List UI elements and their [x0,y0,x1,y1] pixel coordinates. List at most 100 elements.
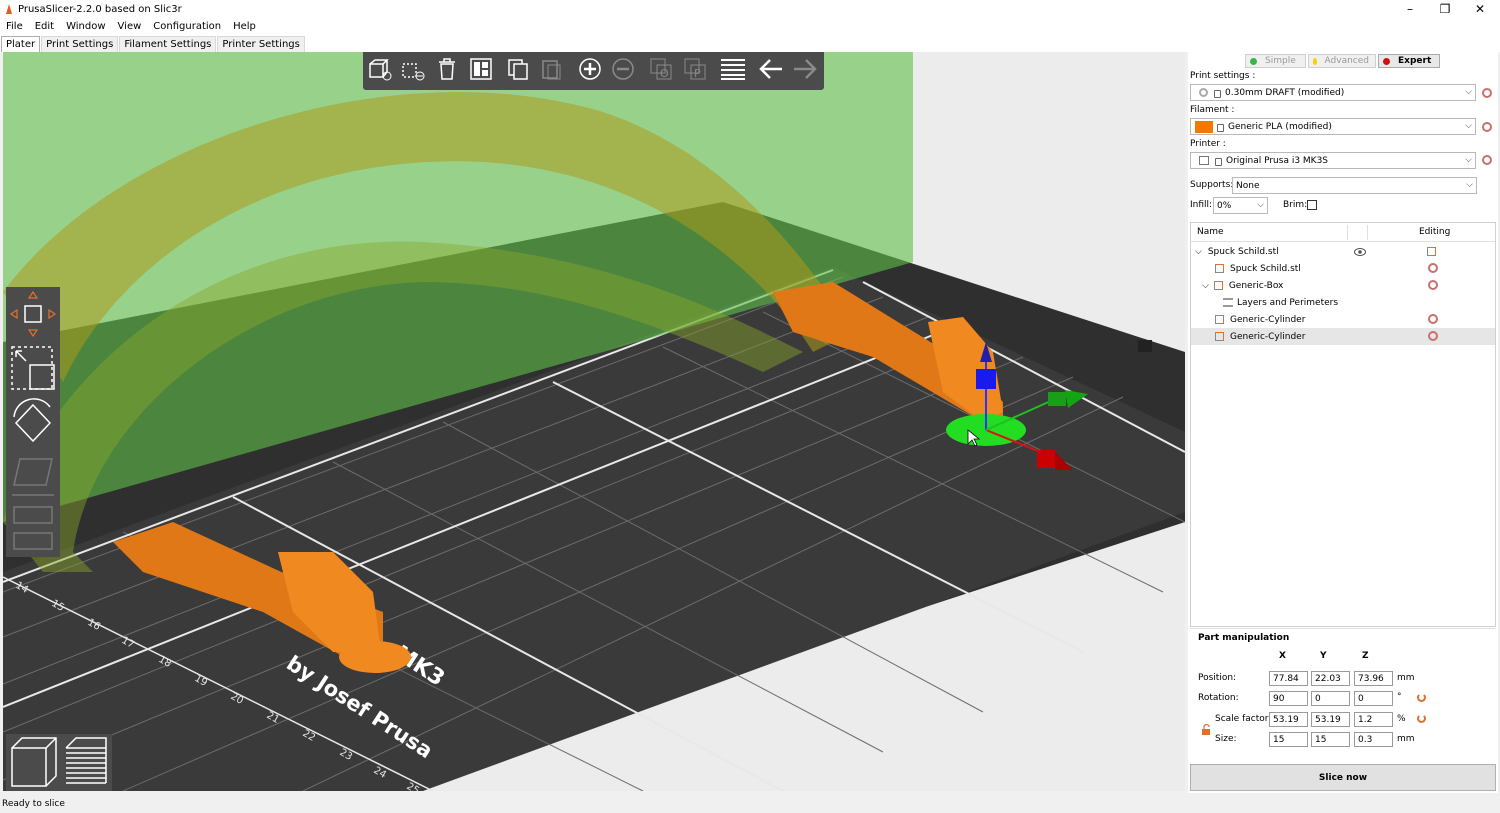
scale-tool-icon[interactable] [11,346,55,390]
edit-object-icon[interactable] [1427,247,1436,256]
part-icon [1213,281,1223,290]
part-settings-gear-icon[interactable] [1428,331,1438,341]
part-settings-gear-icon[interactable] [1428,263,1438,273]
reset-scale-icon[interactable] [1417,714,1426,723]
3d-viewport[interactable]: 14 15 16 17 18 19 20 21 22 23 24 25 MK3 … [3,52,1185,791]
rotation-x-input[interactable]: 90 [1269,691,1308,706]
menu-help[interactable]: Help [227,21,262,32]
chevron-down-icon: ⌵ [1465,87,1472,97]
scale-z-input[interactable]: 1.2 [1354,712,1393,727]
supports-value: None [1236,180,1260,191]
eye-icon[interactable] [1354,247,1366,256]
print-settings-combo[interactable]: 0.30mm DRAFT (modified) ⌵ [1190,84,1476,101]
gizmo-z-handle[interactable] [976,369,996,389]
rotation-unit: ° [1397,692,1402,702]
scale-unit: % [1397,714,1406,724]
rotation-z-input[interactable]: 0 [1354,691,1393,706]
menu-view[interactable]: View [112,21,148,32]
size-label: Size: [1215,734,1237,744]
scale-x-input[interactable]: 53.19 [1269,712,1308,727]
remove-instance-icon[interactable] [611,57,639,85]
layer-editing-icon[interactable] [720,57,748,85]
delete-all-icon[interactable] [435,57,463,85]
split-parts-icon[interactable]: P [683,57,711,85]
chevron-down-icon: ⌵ [1257,200,1264,210]
preview-layers-icon[interactable] [65,737,107,784]
minimize-button[interactable]: – [1392,0,1428,18]
3d-view-icon[interactable] [11,737,57,787]
position-x-input[interactable]: 77.84 [1269,671,1308,686]
gizmo-x-handle[interactable] [1037,450,1055,468]
close-button[interactable]: ✕ [1462,0,1498,18]
axis-y-label: Y [1320,651,1327,661]
tab-print-settings[interactable]: Print Settings [41,36,119,52]
size-x-input[interactable]: 15 [1269,732,1308,747]
expand-chevron-icon[interactable]: ⌵ [1195,247,1202,257]
rotation-y-input[interactable]: 0 [1311,691,1350,706]
tab-printer-settings[interactable]: Printer Settings [217,36,305,52]
add-instance-icon[interactable] [578,57,606,85]
filament-combo[interactable]: Generic PLA (modified) ⌵ [1190,118,1476,135]
reset-rotation-icon[interactable] [1417,693,1426,702]
rotate-tool-icon[interactable] [13,398,52,443]
expand-chevron-icon[interactable]: ⌵ [1202,281,1209,291]
arrange-icon[interactable] [469,57,497,85]
place-on-face-icon[interactable] [12,458,54,496]
printer-value: Original Prusa i3 MK3S [1226,155,1329,166]
list-item-part[interactable]: Generic-Cylinder [1191,311,1495,328]
brim-checkbox[interactable] [1307,200,1317,210]
mode-advanced-button[interactable]: Advanced [1308,54,1376,68]
list-item-part-selected[interactable]: Generic-Cylinder [1191,328,1495,345]
redo-icon[interactable] [792,57,820,85]
split-objects-icon[interactable]: O [649,57,677,85]
scale-y-input[interactable]: 53.19 [1311,712,1350,727]
maximize-button[interactable]: ❐ [1427,0,1463,18]
move-tool-icon[interactable] [9,290,57,338]
delete-object-icon[interactable] [401,57,429,85]
mode-advanced-dot-icon [1313,57,1317,65]
menu-configuration[interactable]: Configuration [147,21,227,32]
printer-edit-gear-icon[interactable] [1482,155,1492,165]
filament-edit-gear-icon[interactable] [1482,122,1492,132]
position-z-input[interactable]: 73.96 [1354,671,1393,686]
object-list-header: Name Editing [1191,223,1495,242]
prusaslicer-logo-icon [6,4,12,14]
gizmo-y-handle[interactable] [1048,392,1066,406]
add-object-icon[interactable] [368,57,396,85]
tab-filament-settings[interactable]: Filament Settings [119,36,217,52]
paste-icon[interactable] [539,57,567,85]
print-settings-edit-gear-icon[interactable] [1482,88,1492,98]
mode-advanced-label: Advanced [1324,56,1369,66]
part-settings-gear-icon[interactable] [1428,280,1438,290]
tab-plater[interactable]: Plater [1,36,41,52]
slice-now-button[interactable]: Slice now [1190,764,1496,791]
filament-color-swatch[interactable] [1195,120,1213,133]
svg-text:P: P [694,67,701,80]
mode-expert-button[interactable]: Expert [1378,54,1440,68]
bed-corner-marker [1138,340,1152,352]
part-settings-gear-icon[interactable] [1428,314,1438,324]
part-manipulation-panel: Part manipulation X Y Z Position: 77.84 … [1190,628,1496,760]
mode-simple-button[interactable]: Simple [1245,54,1306,68]
menu-window[interactable]: Window [60,21,111,32]
menu-edit[interactable]: Edit [29,21,60,32]
list-item-settings[interactable]: Layers and Perimeters [1191,294,1495,311]
printer-combo[interactable]: Original Prusa i3 MK3S ⌵ [1190,152,1476,169]
size-z-input[interactable]: 0.3 [1354,732,1393,747]
list-item-part[interactable]: Spuck Schild.stl [1191,260,1495,277]
unlock-icon[interactable] [1201,724,1211,736]
undo-icon[interactable] [758,57,786,85]
size-y-input[interactable]: 15 [1311,732,1350,747]
supports-combo[interactable]: None ⌵ [1232,177,1477,194]
object-label: Spuck Schild.stl [1207,246,1279,257]
position-y-input[interactable]: 22.03 [1311,671,1350,686]
column-editing[interactable]: Editing [1419,227,1450,237]
copy-icon[interactable] [506,57,534,85]
list-item-part[interactable]: ⌵ Generic-Box [1191,277,1495,294]
cut-tool-icon[interactable] [13,506,53,550]
gizmo-toolbar [6,287,60,557]
list-item-object[interactable]: ⌵ Spuck Schild.stl [1191,243,1495,260]
infill-combo[interactable]: 0% ⌵ [1213,197,1268,214]
column-name[interactable]: Name [1197,227,1224,237]
menu-file[interactable]: File [0,21,29,32]
